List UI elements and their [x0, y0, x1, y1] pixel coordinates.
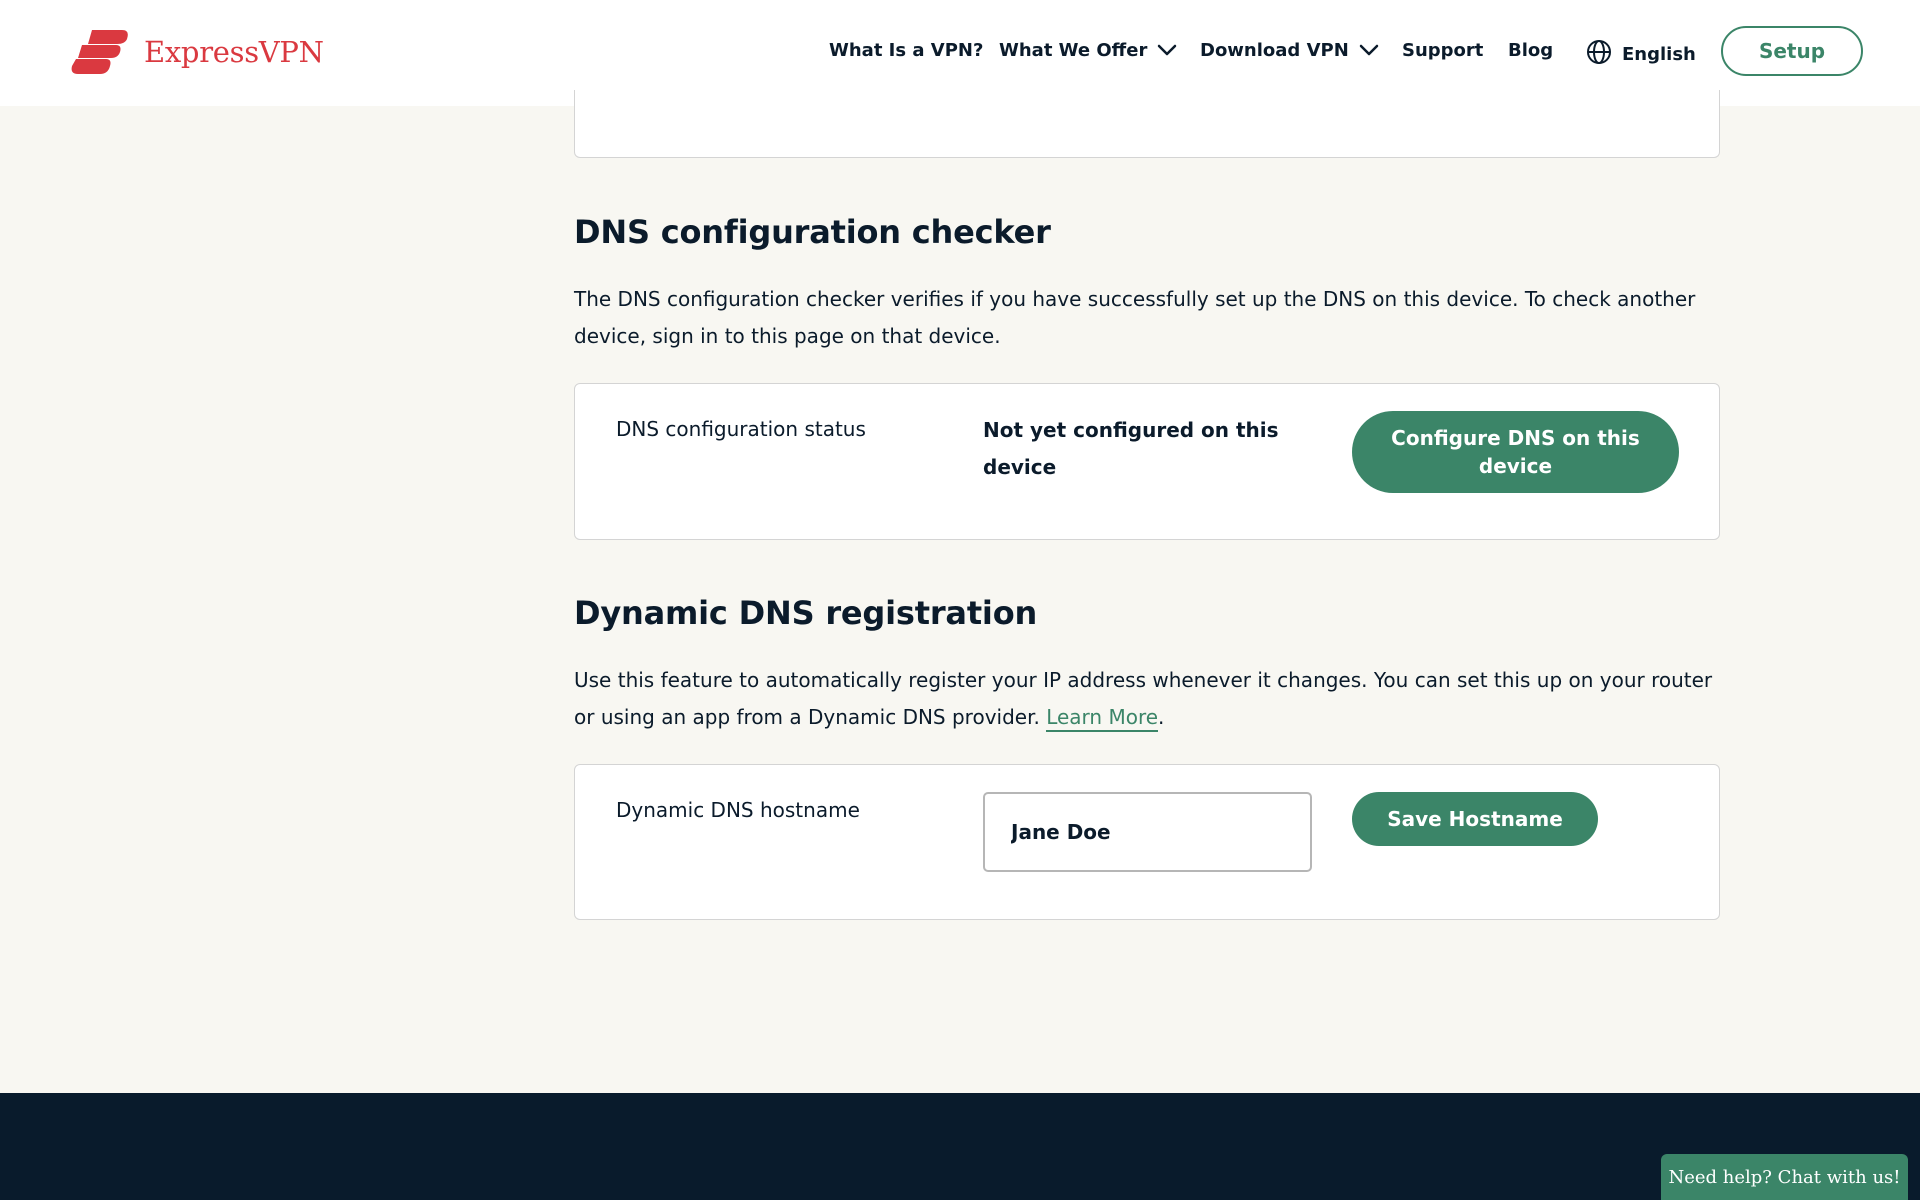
dns-status-card: DNS configuration status Not yet configu… [574, 383, 1720, 540]
nav-what-is-vpn-label: What Is a VPN? [829, 40, 984, 61]
language-label: English [1622, 44, 1696, 65]
nav-blog-label: Blog [1508, 40, 1554, 61]
hostname-label: Dynamic DNS hostname [616, 798, 860, 822]
site-footer [0, 1093, 1920, 1200]
nav-what-is-vpn[interactable]: What Is a VPN? [829, 40, 983, 61]
nav-what-we-offer-label: What We Offer [999, 40, 1148, 61]
dynamic-dns-card: Dynamic DNS hostname Save Hostname [574, 764, 1720, 920]
brand-name: ExpressVPN [144, 35, 324, 69]
nav-download-vpn[interactable]: Download VPN [1200, 40, 1379, 61]
learn-more-link[interactable]: Learn More [1046, 705, 1159, 732]
setup-button[interactable]: Setup [1721, 26, 1863, 76]
chevron-down-icon [1157, 40, 1177, 61]
dns-checker-title: DNS configuration checker [574, 213, 1051, 251]
previous-section-card [574, 90, 1720, 158]
configure-dns-button[interactable]: Configure DNS on this device [1352, 411, 1679, 493]
save-hostname-button[interactable]: Save Hostname [1352, 792, 1598, 846]
dynamic-dns-title: Dynamic DNS registration [574, 594, 1038, 632]
expressvpn-logo-icon [70, 28, 130, 76]
nav-blog[interactable]: Blog [1508, 40, 1553, 61]
nav-support[interactable]: Support [1402, 40, 1483, 61]
language-selector[interactable]: English [1586, 39, 1696, 70]
dns-status-value: Not yet configured on this device [983, 418, 1279, 479]
nav-support-label: Support [1402, 40, 1484, 61]
dynamic-dns-description: Use this feature to automatically regist… [574, 662, 1724, 736]
dns-status-label: DNS configuration status [616, 417, 866, 441]
description-period: . [1158, 705, 1165, 729]
chat-button[interactable]: Need help? Chat with us! [1661, 1154, 1908, 1200]
nav-what-we-offer[interactable]: What We Offer [999, 40, 1177, 61]
nav-download-vpn-label: Download VPN [1200, 40, 1349, 61]
hostname-input[interactable] [983, 792, 1312, 872]
globe-icon [1586, 39, 1612, 70]
dns-checker-description: The DNS configuration checker verifies i… [574, 287, 1696, 348]
chevron-down-icon [1359, 40, 1379, 61]
brand-logo[interactable]: ExpressVPN [70, 28, 324, 76]
